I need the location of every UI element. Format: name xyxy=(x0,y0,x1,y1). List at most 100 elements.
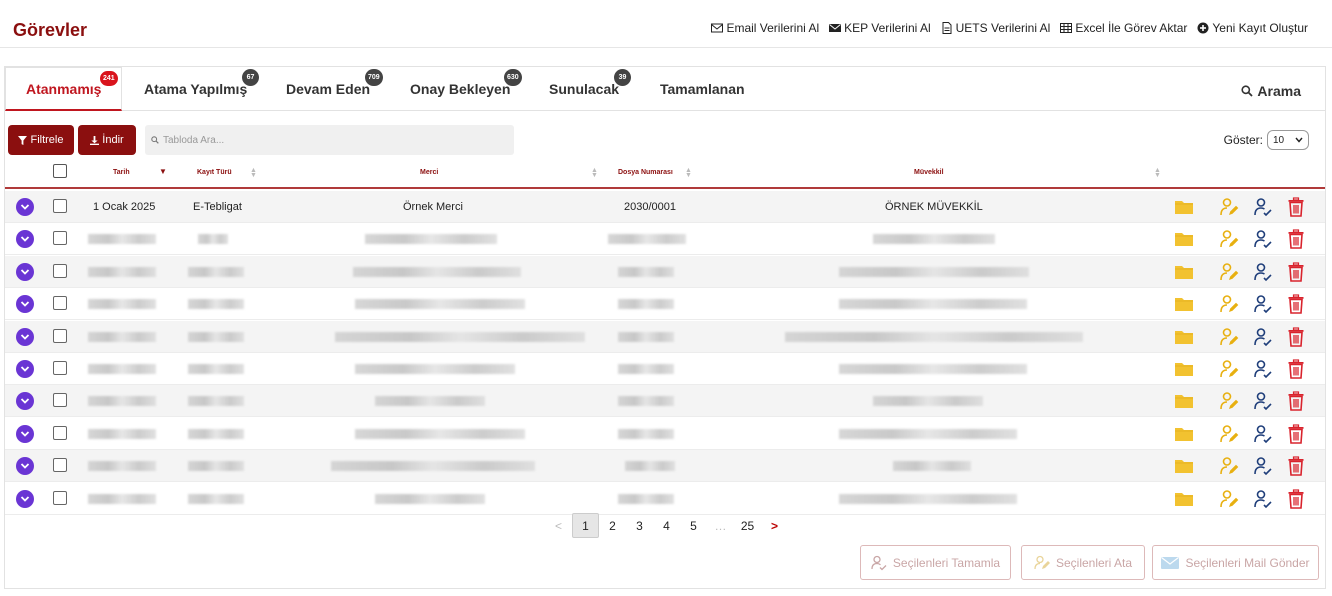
trash-icon[interactable] xyxy=(1286,391,1306,412)
tab-tamamlanan[interactable]: Tamamlanan xyxy=(660,67,745,111)
folder-icon[interactable] xyxy=(1174,489,1194,509)
table-search-input[interactable]: Tabloda Ara... xyxy=(145,125,514,155)
trash-icon[interactable] xyxy=(1286,456,1306,476)
user-check-icon[interactable] xyxy=(1253,197,1273,217)
table-row[interactable]: 1 Ocak 2025 E-Tebligat Örnek Merci 2030/000… xyxy=(5,191,1325,223)
folder-icon[interactable] xyxy=(1174,229,1194,249)
assign-user-icon[interactable] xyxy=(1220,456,1240,476)
table-row[interactable] xyxy=(5,223,1325,256)
expand-row-button[interactable] xyxy=(16,457,34,476)
assign-user-icon[interactable] xyxy=(1220,489,1240,509)
sort-desc-icon[interactable]: ▼ xyxy=(159,168,167,176)
row-checkbox[interactable] xyxy=(53,231,67,246)
trash-icon[interactable] xyxy=(1286,229,1306,250)
sort-icon[interactable]: ▲ ▼ xyxy=(685,167,692,179)
assign-user-icon[interactable] xyxy=(1220,262,1240,282)
table-row[interactable] xyxy=(5,320,1325,353)
folder-icon[interactable] xyxy=(1174,197,1194,217)
table-row[interactable] xyxy=(5,288,1325,321)
row-checkbox[interactable] xyxy=(53,328,67,343)
column-header-kayit-turu[interactable]: Kayıt Türü xyxy=(197,169,232,176)
page-button[interactable]: 1 xyxy=(572,513,599,538)
user-check-icon[interactable] xyxy=(1253,391,1273,411)
assign-user-icon[interactable] xyxy=(1220,229,1240,249)
trash-icon[interactable] xyxy=(1286,488,1306,509)
trash-icon[interactable] xyxy=(1286,262,1306,282)
row-checkbox[interactable] xyxy=(53,458,67,473)
assign-user-icon[interactable] xyxy=(1220,391,1240,411)
expand-row-button[interactable] xyxy=(16,392,34,411)
uets-import-button[interactable]: UETS Verilerini Al xyxy=(941,21,1050,35)
column-header-muvekkil[interactable]: Müvekkil xyxy=(914,169,944,176)
column-header-dosya-numarasi[interactable]: Dosya Numarası xyxy=(618,169,673,176)
trash-icon[interactable] xyxy=(1286,326,1306,347)
table-row[interactable] xyxy=(5,450,1325,483)
page-prev-button[interactable]: < xyxy=(545,513,572,538)
row-checkbox[interactable] xyxy=(53,425,67,440)
folder-icon[interactable] xyxy=(1174,262,1194,282)
sort-icon[interactable]: ▲ ▼ xyxy=(591,167,598,179)
folder-icon[interactable] xyxy=(1174,359,1194,379)
assign-user-icon[interactable] xyxy=(1220,197,1240,217)
excel-import-button[interactable]: Excel İle Görev Aktar xyxy=(1060,21,1187,35)
table-row[interactable] xyxy=(5,418,1325,450)
assign-user-icon[interactable] xyxy=(1220,294,1240,314)
tab-sunulacak[interactable]: Sunulacak 39 xyxy=(549,67,631,111)
user-check-icon[interactable] xyxy=(1253,229,1273,249)
page-button[interactable]: 4 xyxy=(653,513,680,538)
assign-user-icon[interactable] xyxy=(1220,359,1240,379)
page-size-select[interactable]: 10 xyxy=(1267,130,1309,150)
page-button[interactable]: 3 xyxy=(626,513,653,538)
page-button[interactable]: 5 xyxy=(680,513,707,538)
user-check-icon[interactable] xyxy=(1253,424,1273,444)
user-check-icon[interactable] xyxy=(1253,262,1273,282)
table-row[interactable] xyxy=(5,353,1325,385)
assign-user-icon[interactable] xyxy=(1220,327,1240,347)
user-check-icon[interactable] xyxy=(1253,359,1273,379)
assign-selected-button[interactable]: Seçilenleri Ata xyxy=(1021,545,1145,580)
tab-atanmamis[interactable]: Atanmamış 241 xyxy=(5,67,123,111)
filter-button[interactable]: Filtrele xyxy=(8,125,74,155)
row-checkbox[interactable] xyxy=(53,361,67,375)
expand-row-button[interactable] xyxy=(16,424,34,443)
table-row[interactable] xyxy=(5,255,1325,288)
download-button[interactable]: İndir xyxy=(78,125,136,155)
user-check-icon[interactable] xyxy=(1253,327,1273,347)
table-row[interactable] xyxy=(5,385,1325,418)
trash-icon[interactable] xyxy=(1286,424,1306,444)
page-button[interactable]: 25 xyxy=(734,513,761,538)
mail-selected-button[interactable]: Seçilenleri Mail Gönder xyxy=(1152,545,1319,580)
page-button[interactable]: 2 xyxy=(599,513,626,538)
folder-icon[interactable] xyxy=(1174,327,1194,347)
expand-row-button[interactable] xyxy=(16,360,34,378)
user-check-icon[interactable] xyxy=(1253,294,1273,314)
expand-row-button[interactable] xyxy=(16,262,34,281)
tab-devam-eden[interactable]: Devam Eden 709 xyxy=(286,67,383,111)
complete-selected-button[interactable]: Seçilenleri Tamamla xyxy=(860,545,1011,580)
row-checkbox[interactable] xyxy=(53,199,67,213)
sort-icon[interactable]: ▲ ▼ xyxy=(250,167,257,179)
row-checkbox[interactable] xyxy=(53,296,67,311)
sort-icon[interactable]: ▲ ▼ xyxy=(1154,167,1161,179)
email-import-button[interactable]: Email Verilerini Al xyxy=(711,21,819,35)
kep-import-button[interactable]: KEP Verilerini Al xyxy=(829,21,931,35)
row-checkbox[interactable] xyxy=(53,263,67,278)
table-row[interactable] xyxy=(5,483,1325,515)
expand-row-button[interactable] xyxy=(16,489,34,508)
trash-icon[interactable] xyxy=(1286,359,1306,379)
page-next-button[interactable]: > xyxy=(761,513,788,538)
expand-row-button[interactable] xyxy=(16,327,34,346)
expand-row-button[interactable] xyxy=(16,230,34,249)
trash-icon[interactable] xyxy=(1286,197,1306,217)
column-header-merci[interactable]: Merci xyxy=(420,169,438,176)
folder-icon[interactable] xyxy=(1174,456,1194,476)
select-all-checkbox[interactable] xyxy=(53,164,67,178)
tab-atama-yapilmis[interactable]: Atama Yapılmış 67 xyxy=(144,67,259,111)
search-tab[interactable]: Arama xyxy=(1241,83,1301,99)
trash-icon[interactable] xyxy=(1286,294,1306,314)
assign-user-icon[interactable] xyxy=(1220,424,1240,444)
column-header-tarih[interactable]: Tarih xyxy=(113,169,130,176)
row-checkbox[interactable] xyxy=(53,393,67,408)
user-check-icon[interactable] xyxy=(1253,456,1273,476)
folder-icon[interactable] xyxy=(1174,294,1194,314)
